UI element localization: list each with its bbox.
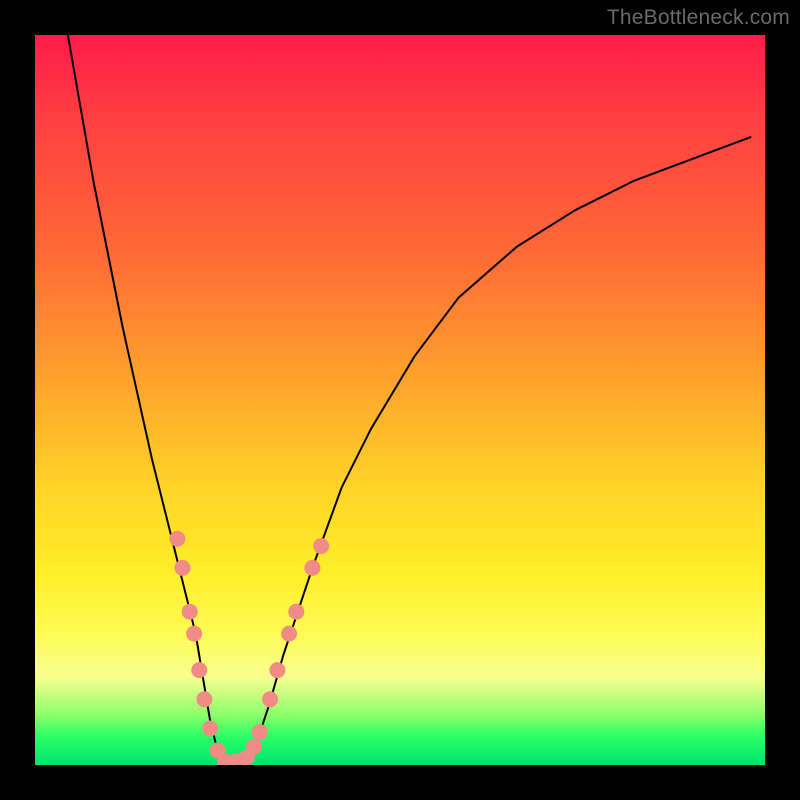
plot-area	[35, 35, 765, 765]
chart-frame: TheBottleneck.com	[0, 0, 800, 800]
marker-dots	[169, 531, 329, 765]
curve-line	[68, 35, 751, 765]
watermark-text: TheBottleneck.com	[607, 6, 790, 30]
chart-svg	[35, 35, 765, 765]
